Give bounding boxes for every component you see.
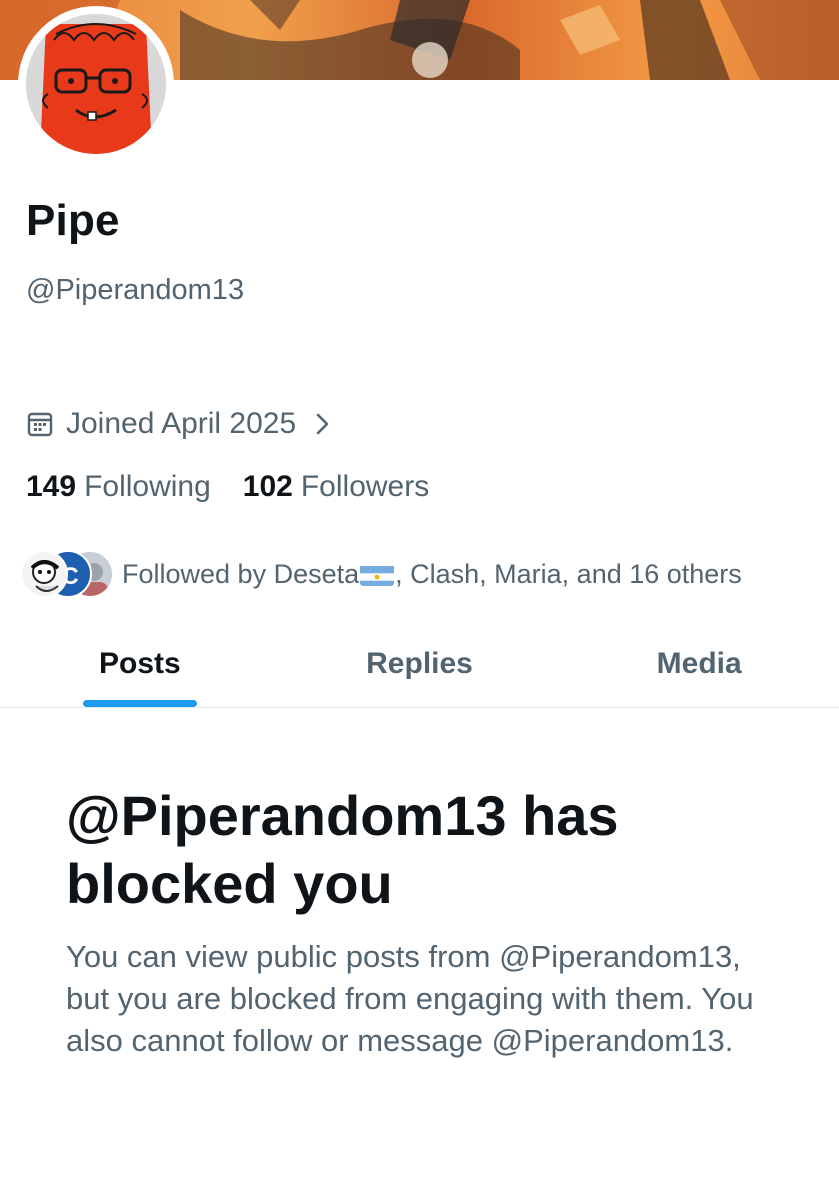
avatar[interactable] bbox=[18, 6, 174, 162]
follower-avatars: C bbox=[20, 548, 116, 600]
following-count: 149 bbox=[26, 470, 77, 503]
tab-replies-label: Replies bbox=[366, 646, 473, 680]
tab-posts[interactable]: Posts bbox=[0, 620, 280, 707]
blocked-title: @Piperandom13 has blocked you bbox=[66, 784, 619, 915]
follow-counts: 149 Following 102 Followers bbox=[26, 470, 429, 504]
joined-date-row[interactable]: Joined April 2025 bbox=[26, 404, 332, 444]
followers-label: Followers bbox=[300, 470, 430, 503]
chevron-right-icon bbox=[314, 411, 332, 437]
tab-media[interactable]: Media bbox=[559, 620, 839, 707]
following-label: Following bbox=[84, 470, 211, 503]
profile-handle: @Piperandom13 bbox=[26, 274, 245, 306]
tab-replies[interactable]: Replies bbox=[280, 620, 560, 707]
followers-count: 102 bbox=[242, 470, 293, 503]
follower-avatar bbox=[20, 550, 68, 598]
argentina-flag-icon bbox=[360, 564, 395, 586]
profile-tabs: Posts Replies Media bbox=[0, 620, 839, 708]
joined-date-text: Joined April 2025 bbox=[66, 407, 297, 440]
following-link[interactable]: 149 Following bbox=[26, 470, 211, 504]
followed-by-row[interactable]: C Followed by Deseta, Clash, Maria, and … bbox=[20, 546, 742, 602]
calendar-icon bbox=[26, 410, 54, 438]
tab-media-label: Media bbox=[656, 646, 742, 680]
display-name: Pipe bbox=[26, 196, 120, 245]
blocked-message: You can view public posts from @Piperand… bbox=[66, 939, 754, 1058]
profile-page: Pipe @Piperandom13 Joined April 2025 149… bbox=[0, 0, 839, 1199]
active-tab-indicator bbox=[82, 700, 197, 707]
followers-link[interactable]: 102 Followers bbox=[243, 470, 429, 504]
followed-by-text: Followed by Deseta, Clash, Maria, and 16… bbox=[122, 558, 742, 589]
tab-posts-label: Posts bbox=[98, 646, 181, 680]
